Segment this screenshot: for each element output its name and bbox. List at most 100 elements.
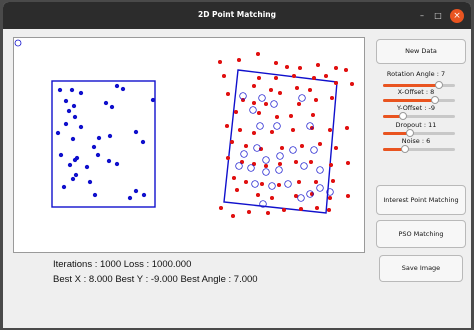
rotation-angle-slider[interactable] xyxy=(383,81,455,89)
hollow-model-point xyxy=(247,164,255,172)
pso-matching-button[interactable]: PSO Matching xyxy=(376,220,466,248)
target-point xyxy=(251,83,257,89)
target-point xyxy=(343,67,349,73)
target-point xyxy=(330,178,336,184)
corner-marker xyxy=(14,39,22,47)
hollow-model-point xyxy=(316,184,324,192)
target-point xyxy=(326,207,332,213)
target-point xyxy=(293,159,299,165)
target-point xyxy=(230,213,236,219)
target-point xyxy=(291,73,297,79)
target-point xyxy=(269,195,275,201)
dropout-slider[interactable] xyxy=(383,129,455,137)
target-point xyxy=(333,80,339,86)
target-point xyxy=(273,75,279,81)
slider-fill xyxy=(383,84,439,87)
target-point xyxy=(246,209,252,215)
target-point xyxy=(345,160,351,166)
window-title: 2D Point Matching xyxy=(198,10,276,19)
target-point xyxy=(310,112,316,118)
slider-handle[interactable] xyxy=(401,145,409,153)
x-offset-label: X-Offset : 8 xyxy=(397,88,435,96)
rotation-angle-label: Rotation Angle : 7 xyxy=(386,70,446,78)
hollow-model-point xyxy=(289,146,297,154)
target-point xyxy=(284,64,290,70)
target-point xyxy=(298,206,304,212)
hollow-model-point xyxy=(298,94,306,102)
target-point xyxy=(225,91,231,97)
model-point xyxy=(120,86,126,92)
model-point xyxy=(141,192,147,198)
model-point xyxy=(114,161,120,167)
target-point xyxy=(221,73,227,79)
save-image-button[interactable]: Save Image xyxy=(379,255,463,282)
model-point xyxy=(109,104,115,110)
target-point xyxy=(314,205,320,211)
status-line-1: Iterations : 1000 Loss : 1000.000 xyxy=(53,259,192,270)
hollow-model-point xyxy=(251,180,259,188)
slider-handle[interactable] xyxy=(399,112,407,120)
hollow-model-point xyxy=(258,94,266,102)
hollow-model-point xyxy=(310,146,318,154)
hollow-model-point xyxy=(275,166,283,174)
target-point xyxy=(307,87,313,93)
model-point xyxy=(67,162,73,168)
target-point xyxy=(313,97,319,103)
target-point xyxy=(263,101,269,107)
noise-slider[interactable] xyxy=(383,145,455,153)
model-point xyxy=(63,98,69,104)
x-offset-slider[interactable] xyxy=(383,96,455,104)
slider-handle[interactable] xyxy=(431,96,439,104)
new-data-button[interactable]: New Data xyxy=(376,39,466,64)
y-offset-label: Y-Offset : -9 xyxy=(396,104,436,112)
hollow-model-point xyxy=(276,152,284,160)
model-point xyxy=(133,129,139,135)
model-point xyxy=(133,188,139,194)
target-point xyxy=(279,145,285,151)
y-offset-slider[interactable] xyxy=(383,112,455,120)
target-point xyxy=(344,125,350,131)
slider-handle[interactable] xyxy=(406,129,414,137)
target-point xyxy=(251,100,257,106)
interest-point-matching-button[interactable]: Interest Point Matching xyxy=(376,185,466,215)
target-point xyxy=(251,130,257,136)
target-point xyxy=(276,182,282,188)
target-point xyxy=(233,109,239,115)
target-point xyxy=(329,95,335,101)
hollow-model-point xyxy=(262,168,270,176)
title-bar: 2D Point Matching – □ × xyxy=(3,2,471,29)
point-plot xyxy=(14,39,355,219)
target-point xyxy=(328,162,334,168)
maximize-icon[interactable]: □ xyxy=(433,11,443,21)
target-point xyxy=(224,123,230,129)
plot-canvas xyxy=(13,37,365,253)
dropout-label: Dropout : 11 xyxy=(395,121,437,129)
target-point xyxy=(296,179,302,185)
target-point xyxy=(269,129,275,135)
target-point xyxy=(243,143,249,149)
target-point xyxy=(243,179,249,185)
noise-label: Noise : 6 xyxy=(401,137,431,145)
model-point xyxy=(127,195,133,201)
target-point xyxy=(231,175,237,181)
model-point xyxy=(73,172,79,178)
slider-fill xyxy=(383,99,435,102)
status-line-2: Best X : 8.000 Best Y : -9.000 Best Angl… xyxy=(53,274,258,285)
target-point xyxy=(315,62,321,68)
model-point xyxy=(66,108,72,114)
target-point xyxy=(297,65,303,71)
target-point xyxy=(290,127,296,133)
model-point xyxy=(95,152,101,158)
close-icon[interactable]: × xyxy=(450,9,464,23)
model-point xyxy=(78,124,84,130)
target-point xyxy=(255,51,261,57)
model-point xyxy=(63,121,69,127)
target-point xyxy=(255,192,261,198)
target-point xyxy=(296,101,302,107)
hollow-model-point xyxy=(316,166,324,174)
target-point xyxy=(345,193,351,199)
target-point xyxy=(327,127,333,133)
minimize-icon[interactable]: – xyxy=(417,11,427,21)
target-point xyxy=(311,75,317,81)
model-point xyxy=(72,157,78,163)
